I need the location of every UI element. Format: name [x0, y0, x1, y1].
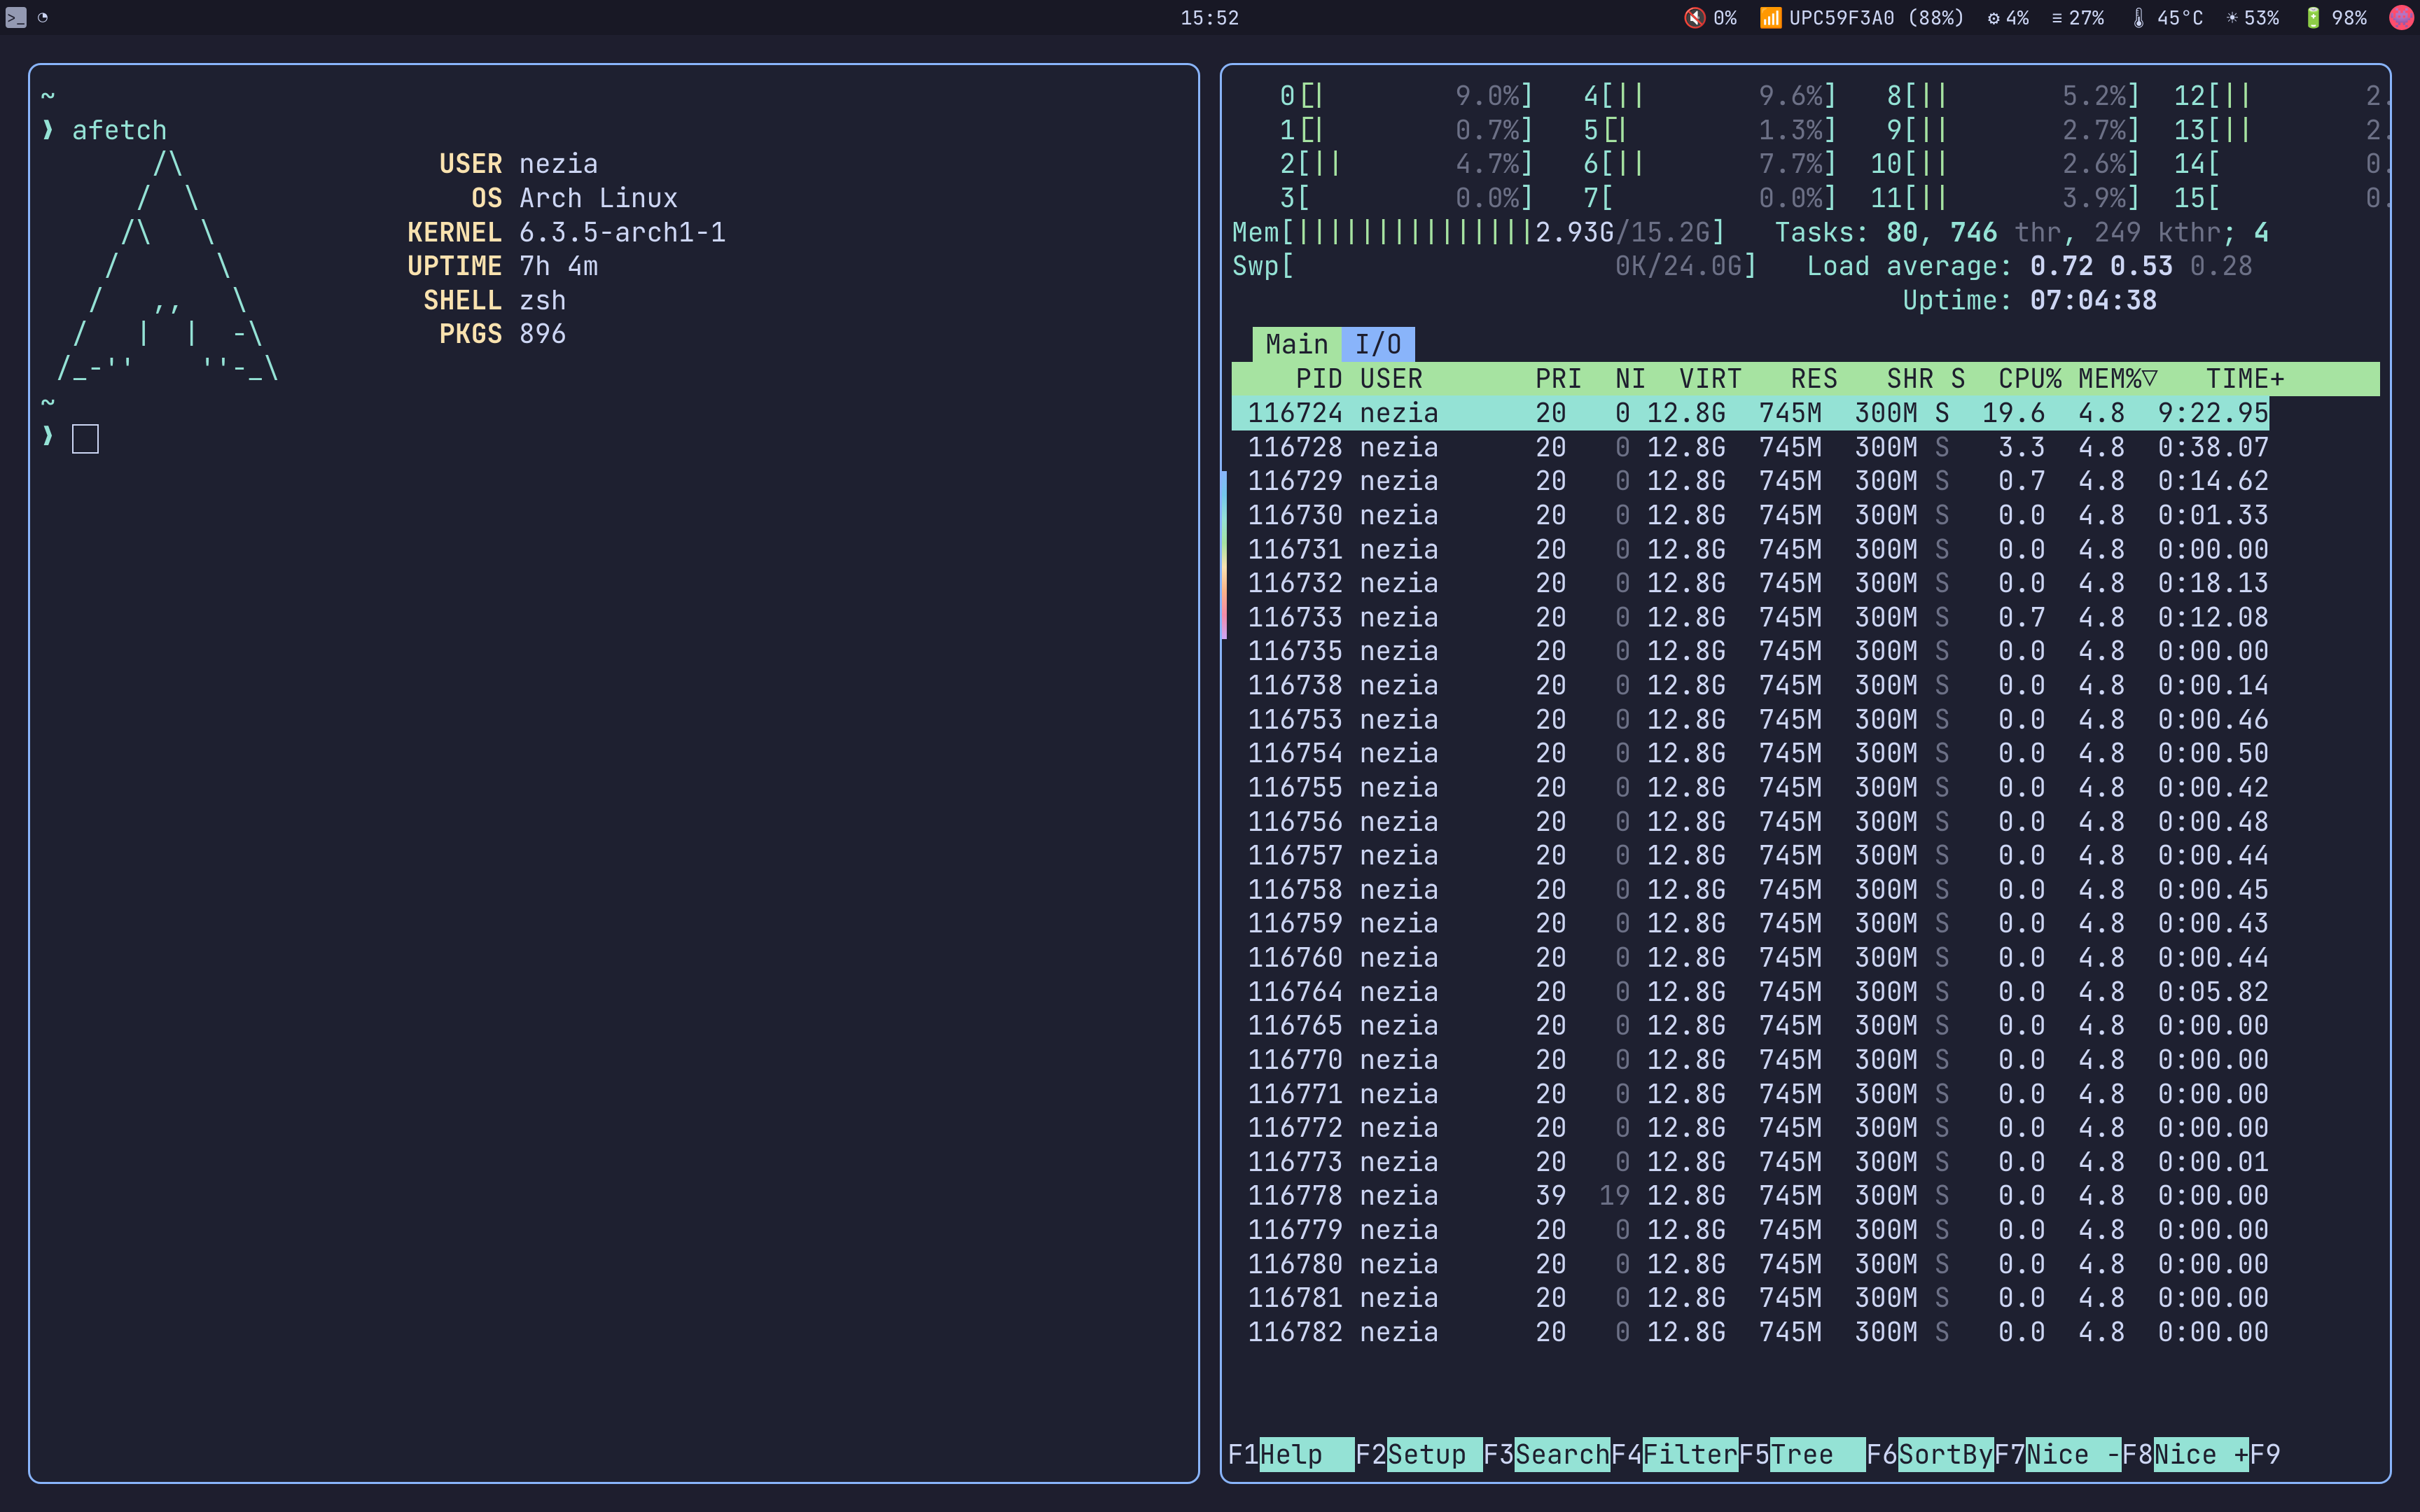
process-row[interactable]: 116765 nezia 20 0 12.8G 745M 300M S 0.0 … — [1232, 1008, 2269, 1043]
process-row[interactable]: 116757 nezia 20 0 12.8G 745M 300M S 0.0 … — [1232, 838, 2269, 873]
tab-io[interactable]: I/O — [1342, 327, 1414, 362]
wifi-icon: 📶 — [1759, 5, 1783, 31]
workspace-dot-icon[interactable]: ◔ — [32, 7, 53, 28]
prompt-symbol: ❯ — [40, 113, 56, 148]
process-row[interactable]: 116781 nezia 20 0 12.8G 745M 300M S 0.0 … — [1232, 1280, 2269, 1315]
htop-footer[interactable]: F1Help F2Setup F3SearchF4FilterF5Tree F6… — [1228, 1438, 2384, 1472]
process-row[interactable]: 116731 nezia 20 0 12.8G 745M 300M S 0.0 … — [1232, 532, 2269, 567]
terminal-icon[interactable]: >_ — [6, 7, 27, 28]
battery-tray[interactable]: 🔋98% — [2302, 5, 2367, 31]
gear-icon: ⚙ — [1988, 5, 2000, 31]
terminal-output: ~ ❯ afetch /\ USER nezia / \ OS Arch Lin… — [40, 79, 1188, 454]
process-row[interactable]: 116732 nezia 20 0 12.8G 745M 300M S 0.0 … — [1232, 566, 2269, 601]
temp-tray[interactable]: 🌡45°C — [2127, 5, 2204, 31]
process-row[interactable]: 116755 nezia 20 0 12.8G 745M 300M S 0.0 … — [1232, 770, 2269, 805]
process-row[interactable]: 116753 nezia 20 0 12.8G 745M 300M S 0.0 … — [1232, 702, 2269, 737]
process-row[interactable]: 116773 nezia 20 0 12.8G 745M 300M S 0.0 … — [1232, 1144, 2269, 1180]
process-row[interactable]: 116728 nezia 20 0 12.8G 745M 300M S 3.3 … — [1232, 430, 2269, 465]
top-status-bar: >_ ◔ 15:52 🔇0% 📶UPC59F3A0 (88%) ⚙4% ≡27%… — [0, 0, 2420, 35]
cpu-tray[interactable]: ⚙4% — [1988, 5, 2029, 31]
scrollbar-indicator[interactable] — [1222, 471, 1227, 639]
process-row[interactable]: 116724 nezia 20 0 12.8G 745M 300M S 19.6… — [1232, 396, 2269, 430]
process-row[interactable]: 116735 nezia 20 0 12.8G 745M 300M S 0.0 … — [1232, 634, 2269, 668]
process-table[interactable]: 116724 nezia 20 0 12.8G 745M 300M S 19.6… — [1232, 396, 2380, 1350]
terminal-pane-right[interactable]: 0[| 9.0%] 4[|| 9.6%] 8[|| 5.2%] 12[|| 2.… — [1220, 63, 2392, 1484]
process-row[interactable]: 116771 nezia 20 0 12.8G 745M 300M S 0.0 … — [1232, 1077, 2269, 1112]
command-text: afetch — [72, 113, 168, 148]
process-row[interactable]: 116778 nezia 39 19 12.8G 745M 300M S 0.0… — [1232, 1178, 2269, 1213]
process-row[interactable]: 116733 nezia 20 0 12.8G 745M 300M S 0.7 … — [1232, 600, 2269, 635]
text-cursor[interactable] — [72, 424, 99, 454]
clock: 15:52 — [1181, 5, 1239, 31]
thermometer-icon: 🌡 — [2127, 5, 2152, 31]
process-row[interactable]: 116779 nezia 20 0 12.8G 745M 300M S 0.0 … — [1232, 1212, 2269, 1247]
discord-tray-icon[interactable]: 👾 — [2389, 5, 2414, 30]
volume-indicator[interactable]: 🔇0% — [1683, 5, 1737, 31]
process-row[interactable]: 116759 nezia 20 0 12.8G 745M 300M S 0.0 … — [1232, 906, 2269, 941]
process-row[interactable]: 116754 nezia 20 0 12.8G 745M 300M S 0.0 … — [1232, 736, 2269, 771]
memory-tray[interactable]: ≡27% — [2051, 5, 2103, 31]
process-row[interactable]: 116758 nezia 20 0 12.8G 745M 300M S 0.0 … — [1232, 872, 2269, 907]
process-row[interactable]: 116729 nezia 20 0 12.8G 745M 300M S 0.7 … — [1232, 463, 2269, 498]
process-table-header[interactable]: PID USER PRI NI VIRT RES SHR S CPU% MEM%… — [1232, 362, 2380, 396]
memory-icon: ≡ — [2051, 5, 2063, 31]
prompt-symbol-2: ❯ — [40, 419, 56, 454]
terminal-pane-left[interactable]: ~ ❯ afetch /\ USER nezia / \ OS Arch Lin… — [28, 63, 1200, 1484]
process-row[interactable]: 116780 nezia 20 0 12.8G 745M 300M S 0.0 … — [1232, 1247, 2269, 1282]
battery-icon: 🔋 — [2302, 5, 2326, 31]
process-row[interactable]: 116760 nezia 20 0 12.8G 745M 300M S 0.0 … — [1232, 940, 2269, 975]
wifi-indicator[interactable]: 📶UPC59F3A0 (88%) — [1759, 5, 1966, 31]
process-row[interactable]: 116730 nezia 20 0 12.8G 745M 300M S 0.0 … — [1232, 498, 2269, 533]
process-row[interactable]: 116770 nezia 20 0 12.8G 745M 300M S 0.0 … — [1232, 1042, 2269, 1077]
process-row[interactable]: 116738 nezia 20 0 12.8G 745M 300M S 0.0 … — [1232, 668, 2269, 703]
volume-muted-icon: 🔇 — [1683, 5, 1708, 31]
sun-icon: ☀ — [2226, 5, 2238, 31]
brightness-tray[interactable]: ☀53% — [2226, 5, 2279, 31]
tab-main[interactable]: Main — [1253, 327, 1342, 362]
process-row[interactable]: 116772 nezia 20 0 12.8G 745M 300M S 0.0 … — [1232, 1110, 2269, 1145]
process-row[interactable]: 116756 nezia 20 0 12.8G 745M 300M S 0.0 … — [1232, 804, 2269, 839]
process-row[interactable]: 116782 nezia 20 0 12.8G 745M 300M S 0.0 … — [1232, 1315, 2269, 1350]
htop-tabs: MainI/O — [1232, 327, 2380, 362]
process-row[interactable]: 116764 nezia 20 0 12.8G 745M 300M S 0.0 … — [1232, 974, 2269, 1009]
htop-meters: 0[| 9.0%] 4[|| 9.6%] 8[|| 5.2%] 12[|| 2.… — [1232, 79, 2380, 317]
